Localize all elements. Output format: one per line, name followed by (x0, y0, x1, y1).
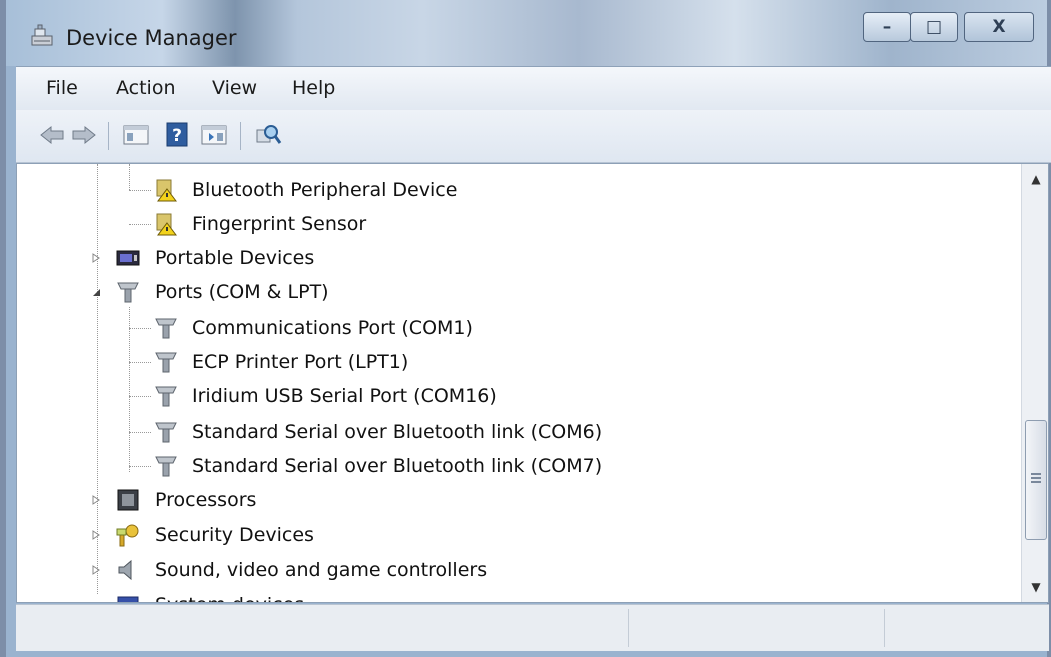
warning-device-icon (156, 179, 177, 202)
toolbar: ? (16, 110, 1051, 163)
scan-hardware-icon[interactable] (254, 122, 282, 148)
menu-action[interactable]: Action (116, 77, 176, 99)
scroll-up-arrow-icon[interactable]: ▲ (1022, 164, 1048, 194)
expand-arrow-icon[interactable] (91, 495, 101, 505)
toolbar-separator (240, 122, 241, 150)
port-icon (155, 352, 177, 373)
scrollbar-thumb[interactable] (1025, 420, 1047, 540)
maximize-button[interactable]: □ (910, 12, 958, 42)
tree-item-label: Sound, video and game controllers (155, 559, 488, 581)
minimize-button[interactable]: – (863, 12, 911, 42)
system-device-icon (117, 596, 139, 602)
tree-item-label: Standard Serial over Bluetooth link (COM… (192, 455, 603, 477)
menu-bar: File Action View Help (16, 66, 1051, 111)
tree-item-label: ECP Printer Port (LPT1) (192, 351, 409, 373)
menu-file[interactable]: File (46, 77, 78, 99)
close-icon: X (992, 17, 1006, 37)
warning-device-icon (156, 213, 177, 236)
tree-item[interactable]: Ports (COM & LPT) (17, 275, 1017, 309)
forward-arrow-icon[interactable] (70, 122, 98, 148)
tree-item-label: Standard Serial over Bluetooth link (COM… (192, 421, 603, 443)
tree-item-label: Portable Devices (155, 247, 315, 269)
collapse-arrow-icon[interactable] (91, 287, 101, 297)
tree-item[interactable]: Processors (17, 483, 1017, 517)
speaker-icon (118, 559, 132, 581)
maximize-icon: □ (925, 17, 943, 37)
svg-text:?: ? (172, 126, 182, 146)
grip-icon (1031, 473, 1041, 483)
portable-device-icon (116, 250, 140, 266)
expand-arrow-icon[interactable] (91, 565, 101, 575)
tree-item-label: Processors (155, 489, 257, 511)
status-pane (884, 609, 1045, 647)
back-arrow-icon[interactable] (38, 122, 66, 148)
tree-item[interactable]: Sound, video and game controllers (17, 553, 1017, 587)
port-icon (155, 386, 177, 407)
device-manager-window: Device Manager – □ X File Action View He… (0, 0, 1051, 657)
tree-item[interactable]: Iridium USB Serial Port (COM16) (17, 379, 1017, 413)
menu-help[interactable]: Help (292, 77, 335, 99)
title-bar[interactable]: Device Manager – □ X (6, 0, 1047, 66)
show-action-pane-icon[interactable] (200, 122, 228, 148)
window-title: Device Manager (66, 26, 237, 50)
minimize-icon: – (882, 17, 892, 37)
tree-item-label: Bluetooth Peripheral Device (192, 179, 458, 201)
tree-item[interactable]: Standard Serial over Bluetooth link (COM… (17, 415, 1017, 449)
scroll-down-arrow-icon[interactable]: ▼ (1022, 572, 1048, 602)
show-hide-console-tree-icon[interactable] (122, 122, 150, 148)
processor-icon (117, 489, 139, 511)
expand-arrow-icon[interactable] (91, 253, 101, 263)
tree-item-label: Security Devices (155, 524, 314, 546)
device-manager-icon (31, 24, 53, 46)
tree-item[interactable]: Standard Serial over Bluetooth link (COM… (17, 449, 1017, 483)
toolbar-separator (108, 122, 109, 150)
port-icon (117, 282, 139, 303)
menu-view[interactable]: View (212, 77, 257, 99)
tree-item[interactable]: Communications Port (COM1) (17, 311, 1017, 345)
tree-item-label: Communications Port (COM1) (192, 317, 473, 339)
status-bar (16, 604, 1049, 651)
tree-item[interactable]: System devices (17, 588, 1017, 602)
expand-arrow-icon[interactable] (91, 530, 101, 540)
port-icon (155, 456, 177, 477)
close-button[interactable]: X (964, 12, 1034, 42)
tree-item-label: Fingerprint Sensor (192, 213, 367, 235)
help-icon[interactable]: ? (164, 122, 192, 148)
tree-item[interactable]: Security Devices (17, 518, 1017, 552)
tree-item[interactable]: Bluetooth Peripheral Device (17, 173, 1017, 207)
tree-item-label: System devices (155, 588, 304, 602)
tree-item[interactable]: Fingerprint Sensor (17, 207, 1017, 241)
vertical-scrollbar[interactable]: ▲ ▼ (1021, 164, 1048, 602)
tree-item-label: Ports (COM & LPT) (155, 281, 329, 303)
security-key-icon (116, 524, 139, 547)
status-pane (628, 609, 885, 647)
device-tree: Bluetooth Peripheral Device Fingerprint … (16, 163, 1049, 603)
port-icon (155, 318, 177, 339)
tree-item[interactable]: Portable Devices (17, 241, 1017, 275)
port-icon (155, 422, 177, 443)
tree-item[interactable]: ECP Printer Port (LPT1) (17, 345, 1017, 379)
tree-item-label: Iridium USB Serial Port (COM16) (192, 385, 497, 407)
